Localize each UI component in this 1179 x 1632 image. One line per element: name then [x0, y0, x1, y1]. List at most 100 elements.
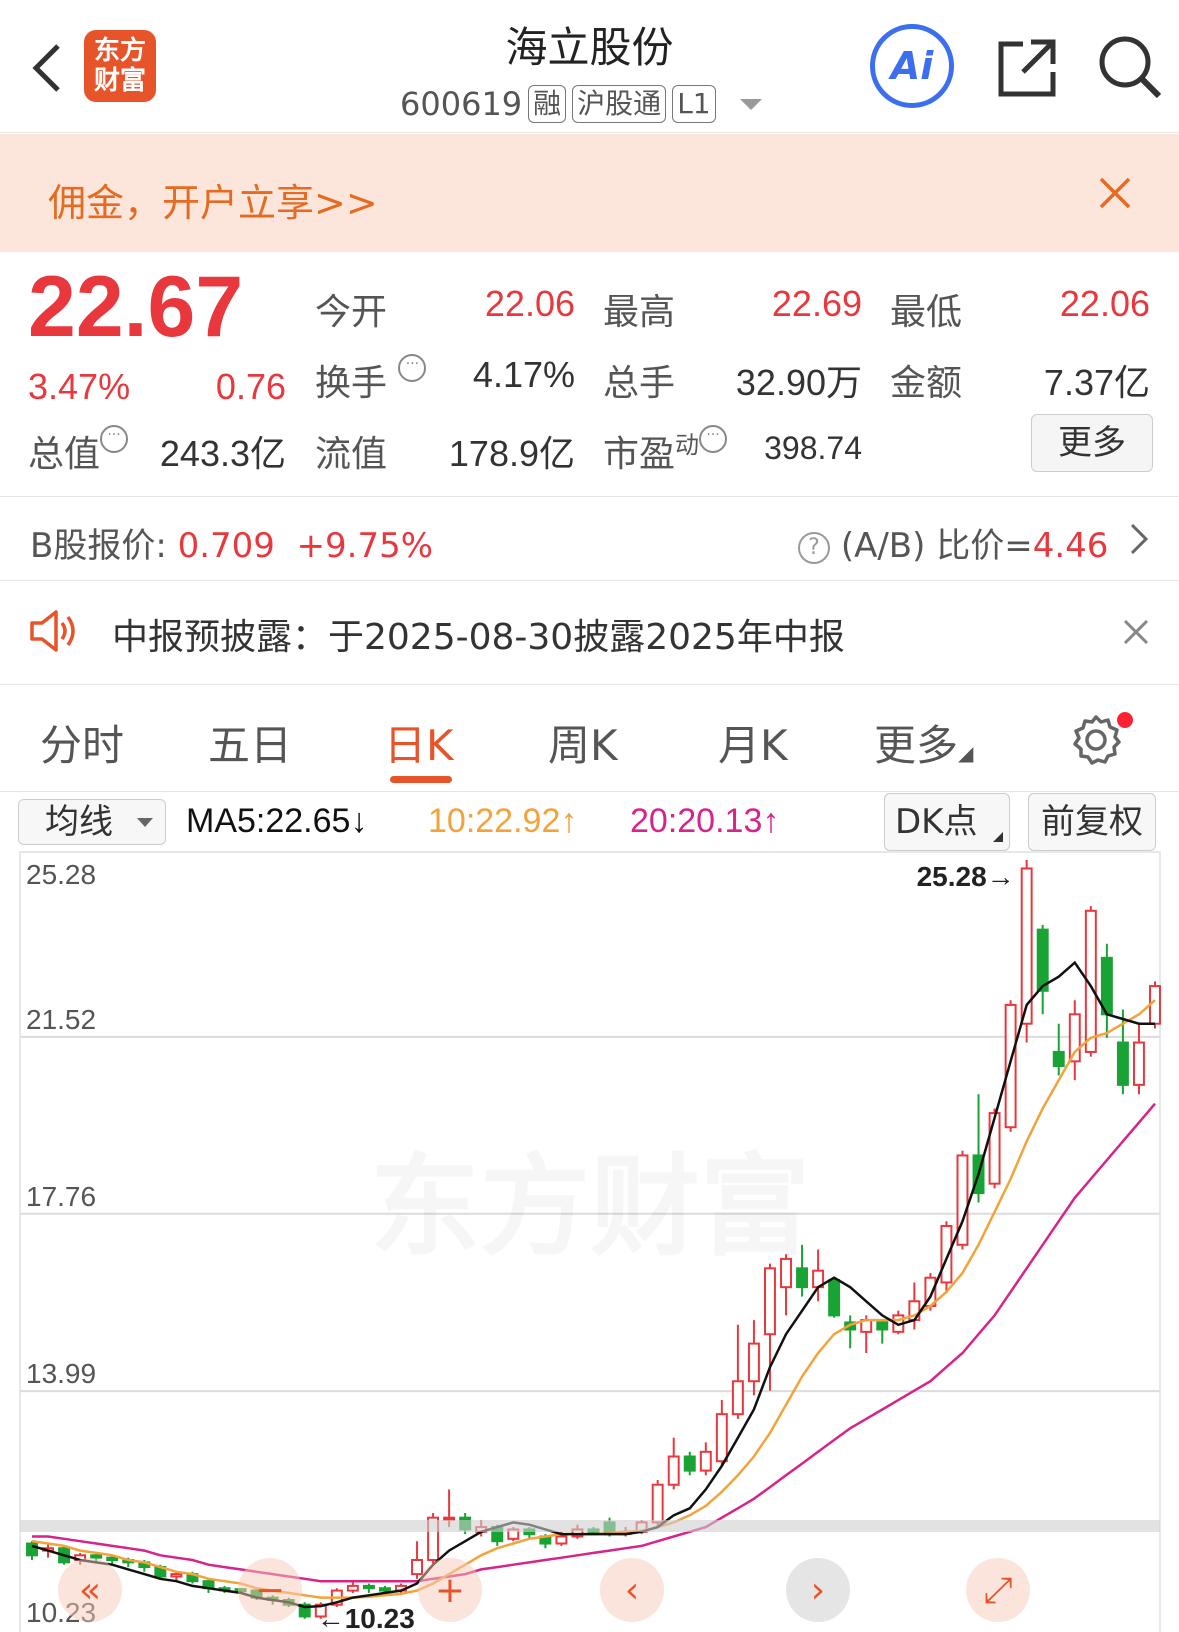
candle-body	[763, 1267, 776, 1336]
y-tick-label: 21.52	[26, 1004, 96, 1035]
pe-label: 市盈动 ···	[603, 425, 728, 477]
ai-assistant-button[interactable]: Ai	[870, 24, 954, 108]
candle-body	[651, 1483, 664, 1524]
dk-point-button[interactable]: DK点	[884, 793, 1010, 851]
min-price-label: ←10.23	[317, 1603, 415, 1632]
tab-five-day[interactable]: 五日	[208, 712, 292, 773]
candle-body	[378, 1587, 391, 1592]
candle-body	[876, 1321, 889, 1331]
candle-body	[1116, 1041, 1129, 1086]
candle-body	[940, 1224, 953, 1284]
low-value: 22.06	[1059, 283, 1150, 324]
volume-value: 32.90万	[735, 362, 862, 403]
tab-weekly-k[interactable]: 周K	[548, 712, 618, 773]
current-price: 22.67	[28, 259, 244, 355]
y-tick-label: 13.99	[26, 1358, 96, 1389]
close-icon[interactable]	[1122, 618, 1150, 646]
divider	[0, 496, 1179, 497]
volume-label: 总手	[603, 363, 676, 404]
candle-body	[555, 1535, 568, 1545]
promo-text[interactable]: 佣金，开户立享>>	[48, 172, 378, 227]
candle-body	[106, 1556, 119, 1562]
candle-body	[796, 1267, 809, 1289]
ma5-readout: MA5:22.65↓	[186, 802, 368, 840]
candle-body	[26, 1542, 38, 1557]
info-icon[interactable]: ···	[100, 425, 129, 453]
candle-body	[1036, 928, 1049, 992]
ab-ratio[interactable]: ? (A/B) 比价=4.46	[798, 518, 1108, 567]
pe-value: 398.74	[764, 430, 862, 466]
candle-body	[715, 1413, 728, 1463]
promo-banner[interactable]: 佣金，开户立享>>	[0, 134, 1179, 252]
high-label: 最高	[603, 292, 676, 333]
scroll-bar	[20, 1520, 1160, 1532]
gear-icon[interactable]	[1070, 714, 1122, 766]
zoom-in-icon-glyph: +	[435, 1570, 465, 1611]
float-value: 178.9亿	[448, 433, 575, 474]
tab-monthly-k[interactable]: 月K	[718, 712, 788, 773]
rewind-icon[interactable]: «	[58, 1558, 122, 1622]
kline-chart[interactable]: 东方财富 25.2821.5217.7613.9910.23 25.28→←10…	[0, 850, 1179, 1632]
share-icon[interactable]	[995, 36, 1059, 100]
candle-body	[346, 1584, 359, 1592]
y-axis-labels: 25.2821.5217.7613.9910.23	[26, 859, 96, 1628]
candle-body	[699, 1450, 712, 1472]
search-icon[interactable]	[1097, 34, 1163, 100]
max-price-label: 25.28→	[917, 861, 1015, 892]
mktcap-value: 243.3亿	[159, 433, 286, 474]
candle-body	[731, 1380, 744, 1416]
candle-body	[828, 1279, 841, 1317]
speaker-icon	[30, 610, 75, 652]
indicator-select[interactable]: 均线	[18, 799, 166, 845]
turnover-value: 4.17%	[472, 354, 575, 395]
watermark: 东方财富	[370, 1143, 810, 1271]
candle-body	[170, 1573, 183, 1578]
ma5-line	[31, 960, 1155, 1609]
candle-body	[1132, 1041, 1145, 1086]
stock-subline[interactable]: 600619 融 沪股通 L1	[400, 84, 762, 124]
tag-connect: 沪股通	[572, 85, 667, 123]
candle-body	[747, 1342, 760, 1383]
zoom-in-icon[interactable]: +	[418, 1558, 482, 1622]
ma10-readout: 10:22.92↑	[428, 802, 578, 840]
active-tab-indicator	[390, 776, 452, 783]
candle-body	[411, 1559, 424, 1576]
info-icon[interactable]: ···	[398, 354, 427, 382]
open-value: 22.06	[484, 283, 575, 324]
zoom-out-icon[interactable]: −	[238, 1558, 302, 1622]
chevron-right-icon[interactable]	[1128, 522, 1150, 556]
rewind-icon-glyph: «	[79, 1570, 101, 1611]
more-quote-button[interactable]: 更多	[1031, 414, 1153, 472]
bshare-line: B股报价: 0.709 +9.75%	[30, 526, 434, 566]
candle-body	[1004, 1003, 1017, 1129]
candle-body	[90, 1554, 103, 1559]
chevron-right-icon-glyph: ›	[811, 1570, 825, 1611]
chevron-left-icon-glyph: ‹	[625, 1570, 639, 1611]
tab-daily-k[interactable]: 日K	[384, 712, 454, 773]
adjust-button[interactable]: 前复权	[1028, 793, 1156, 851]
help-icon[interactable]: ?	[798, 531, 830, 564]
mktcap-label: 总值 ···	[28, 425, 129, 477]
tag-level: L1	[672, 85, 716, 123]
divider	[0, 684, 1179, 685]
change-percent: 3.47%	[28, 366, 131, 407]
stock-code: 600619	[400, 85, 523, 123]
float-label: 流值	[315, 434, 388, 475]
chevron-left-icon[interactable]: ‹	[600, 1558, 664, 1622]
tab-more[interactable]: 更多◢	[874, 712, 973, 773]
y-tick-label: 25.28	[26, 859, 96, 890]
amount-label: 金额	[890, 363, 963, 404]
info-icon[interactable]: ···	[699, 425, 728, 453]
tab-intraday[interactable]: 分时	[40, 712, 124, 773]
notification-dot	[1117, 712, 1133, 728]
chevron-right-icon[interactable]: ›	[786, 1558, 850, 1622]
divider	[0, 580, 1179, 581]
close-icon[interactable]	[1098, 176, 1132, 210]
notice-text[interactable]: 中报预披露：于2025-08-30披露2025年中报	[112, 608, 845, 660]
expand-icon[interactable]: ⤢	[966, 1558, 1030, 1622]
tag-margin: 融	[528, 85, 567, 123]
zoom-out-icon-glyph: −	[255, 1570, 285, 1611]
expand-icon-glyph: ⤢	[984, 1570, 1013, 1611]
candle-body	[667, 1455, 680, 1486]
chevron-down-icon[interactable]	[739, 98, 762, 110]
